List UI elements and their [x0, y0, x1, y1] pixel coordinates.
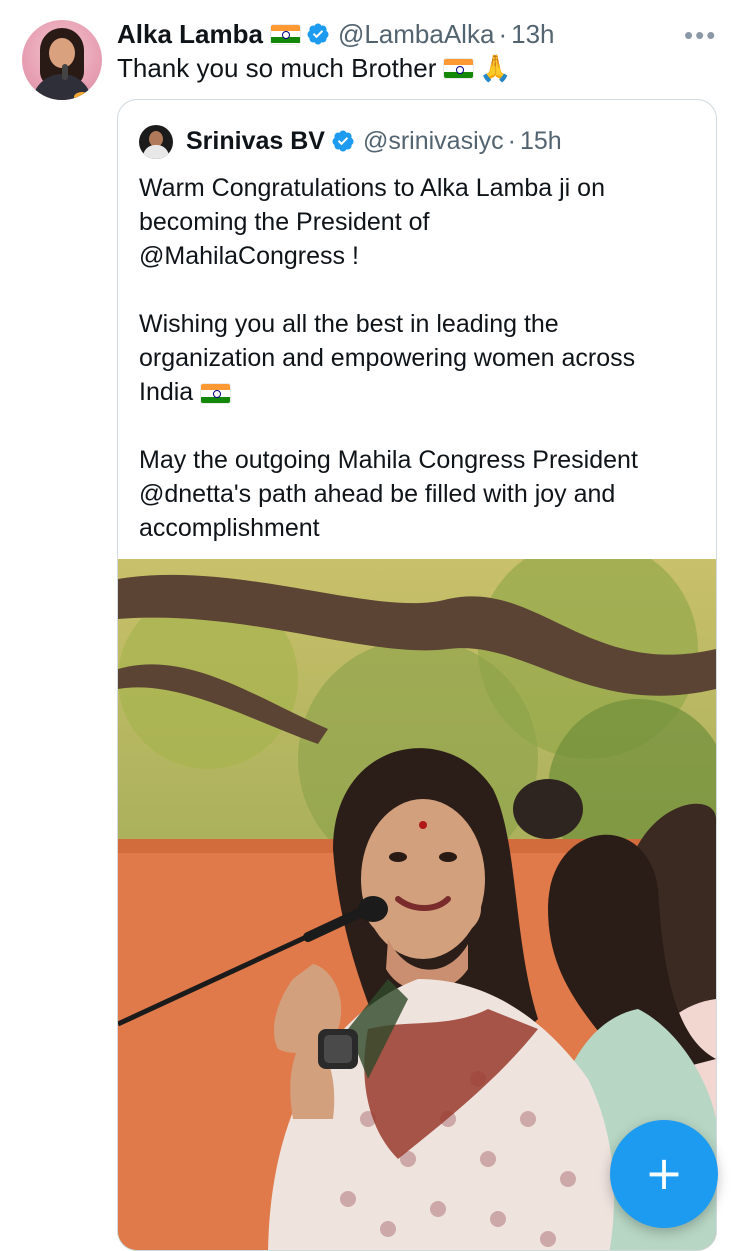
text-line: Warm Congratulations to Alka Lamba ji on	[139, 174, 605, 202]
india-flag-icon	[270, 24, 300, 44]
text-fragment: India	[139, 378, 194, 406]
text-line: May the outgoing Mahila Congress Preside…	[139, 446, 638, 474]
quoted-author-handle[interactable]: @srinivasiyc	[363, 127, 504, 156]
more-icon[interactable]: •••	[684, 20, 717, 51]
author-handle[interactable]: @LambaAlka	[338, 19, 494, 50]
quoted-author-avatar[interactable]	[139, 125, 173, 159]
text-line-with-flag: India	[139, 375, 709, 409]
separator-dot: ·	[498, 18, 508, 49]
text-line: @MahilaCongress !	[139, 242, 359, 270]
tweet-text-content: Thank you so much Brother	[117, 53, 437, 83]
text-line: @dnetta's path ahead be filled with joy …	[139, 480, 616, 508]
quoted-tweet-card[interactable]: Srinivas BV @srinivasiyc · 15h Warm Cong…	[117, 99, 717, 1251]
text-line: Wishing you all the best in leading the	[139, 310, 559, 338]
text-line: accomplishment	[139, 514, 320, 542]
compose-button[interactable]: +	[610, 1120, 718, 1228]
verified-badge-icon	[307, 23, 329, 45]
tweet-header: Alka Lamba @LambaAlka · 13h	[117, 18, 555, 50]
text-line: becoming the President of	[139, 208, 430, 236]
india-flag-icon	[444, 59, 474, 78]
text-line: organization and empowering women across	[139, 344, 636, 372]
tweet-text: Thank you so much Brother 🙏	[117, 53, 512, 84]
quoted-author-name[interactable]: Srinivas BV	[186, 127, 325, 156]
tweet-time[interactable]: 13h	[511, 19, 554, 50]
quoted-tweet-header: Srinivas BV @srinivasiyc · 15h	[186, 124, 562, 158]
compose-plus-icon: +	[644, 1146, 684, 1200]
separator-dot: ·	[507, 126, 516, 155]
folded-hands-icon: 🙏	[479, 53, 512, 83]
author-avatar[interactable]	[22, 20, 102, 100]
india-flag-icon	[201, 383, 231, 403]
author-name[interactable]: Alka Lamba	[117, 19, 263, 50]
verified-badge-icon	[332, 130, 354, 152]
quoted-tweet-text: Warm Congratulations to Alka Lamba ji on…	[139, 171, 709, 545]
quoted-tweet-time[interactable]: 15h	[520, 127, 562, 156]
